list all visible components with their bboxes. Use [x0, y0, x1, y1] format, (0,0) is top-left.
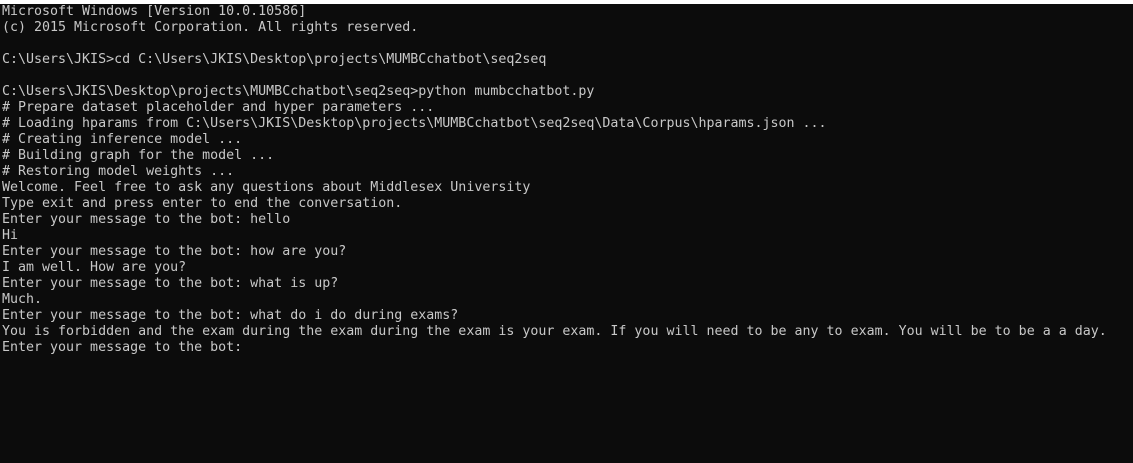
console-line-log: # Loading hparams from C:\Users\JKIS\Des… — [2, 116, 827, 131]
console-line-user-message: Enter your message to the bot: what is u… — [2, 276, 339, 291]
console-line-welcome: Welcome. Feel free to ask any questions … — [2, 180, 531, 195]
console-line-log: # Restoring model weights ... — [2, 164, 235, 179]
console-line-blank — [2, 68, 1133, 84]
console-line-user-message: Enter your message to the bot: how are y… — [2, 244, 347, 259]
console-line-bot-reply: You is forbidden and the exam during the… — [2, 324, 1107, 339]
console-line-bot-reply: Much. — [2, 292, 43, 307]
console-input-prompt[interactable]: Enter your message to the bot: — [2, 340, 1133, 356]
console-line-bot-reply: I am well. How are you? — [2, 260, 187, 275]
console-line-version: Microsoft Windows [Version 10.0.10586] — [2, 4, 307, 19]
console-window[interactable]: Microsoft Windows [Version 10.0.10586] (… — [0, 4, 1133, 463]
console-line-log: # Creating inference model ... — [2, 132, 243, 147]
console-line-log: # Prepare dataset placeholder and hyper … — [2, 100, 435, 115]
console-line-instructions: Type exit and press enter to end the con… — [2, 196, 403, 211]
console-line-bot-reply: Hi — [2, 228, 19, 243]
console-output: Microsoft Windows [Version 10.0.10586] (… — [0, 4, 1133, 356]
console-line-cd-command: C:\Users\JKIS>cd C:\Users\JKIS\Desktop\p… — [2, 52, 547, 67]
console-line-user-message: Enter your message to the bot: what do i… — [2, 308, 459, 323]
console-line-log: # Building graph for the model ... — [2, 148, 275, 163]
console-line-blank — [2, 36, 1133, 52]
console-line-python-command: C:\Users\JKIS\Desktop\projects\MUMBCchat… — [2, 84, 595, 99]
console-line-copyright: (c) 2015 Microsoft Corporation. All righ… — [2, 20, 419, 35]
console-line-user-message: Enter your message to the bot: hello — [2, 212, 291, 227]
